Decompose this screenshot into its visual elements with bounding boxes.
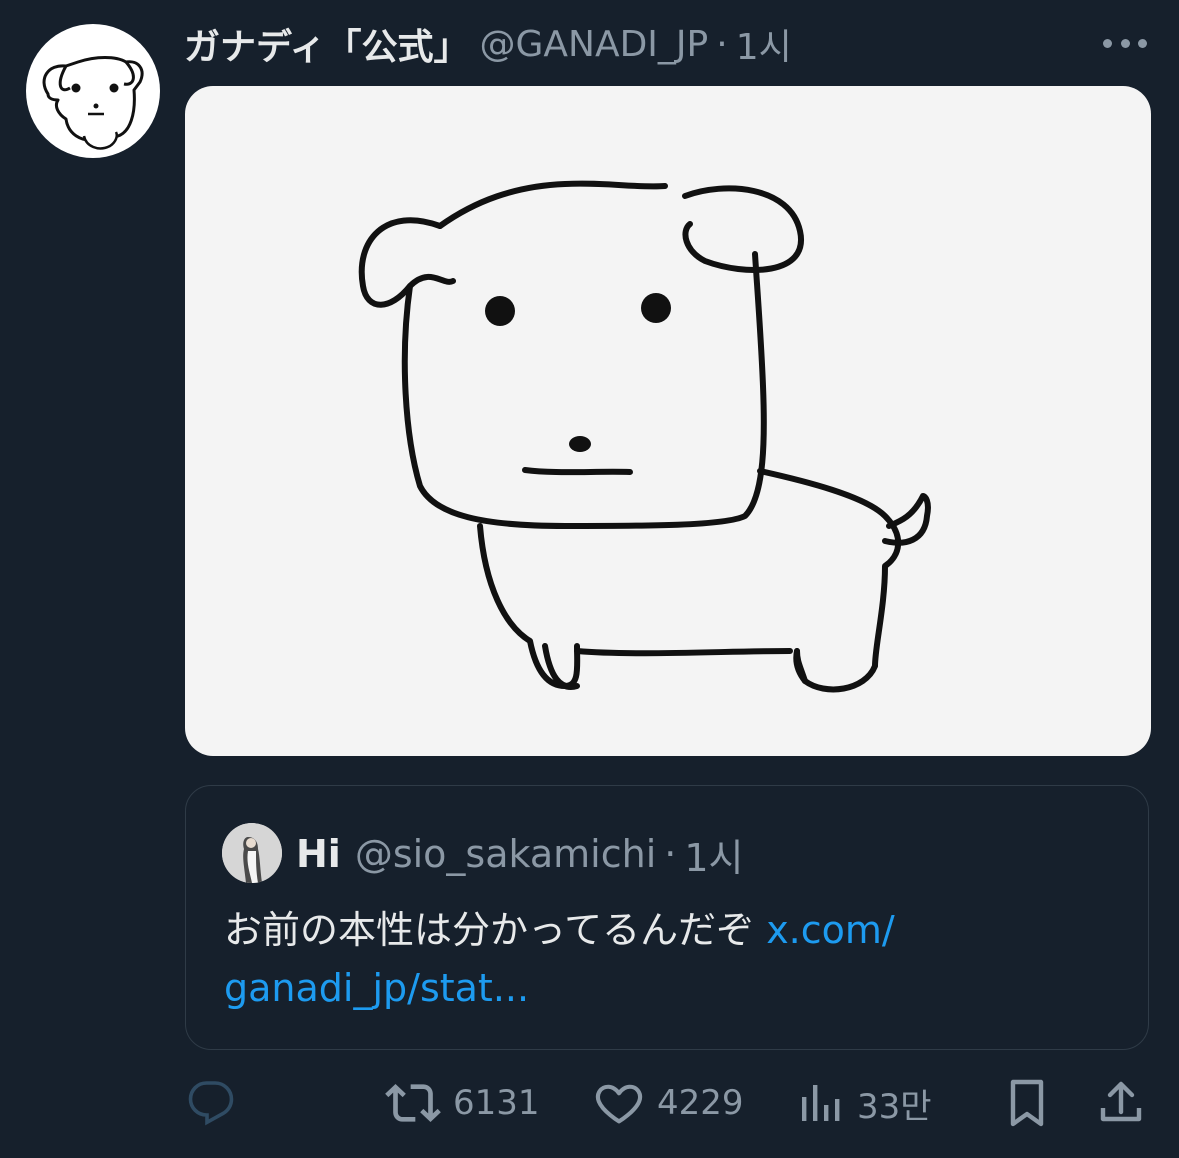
author-handle[interactable]: @GANADI_JP [479,24,708,65]
quoted-post-link-part2[interactable]: ganadi_jp/stat... [224,966,529,1010]
post-header: ガナディ「公式」 @GANADI_JP · 1시 [184,18,792,70]
share-icon [1100,1081,1142,1122]
quoted-post-body: お前の本性は分かってるんだぞ [224,908,767,952]
bookmark-button[interactable] [1003,1070,1051,1136]
quoted-post-header: Hi @sio_sakamichi · 1시 [296,826,743,882]
retweet-icon [385,1084,441,1122]
more-dot [1138,38,1147,48]
views-button[interactable]: 33만 [797,1070,932,1136]
dog-avatar-icon [42,56,144,150]
header-separator: · [716,23,728,65]
views-chart-icon [802,1085,840,1121]
share-button[interactable] [1097,1070,1145,1136]
action-bar: 6131 4229 33만 [185,1070,1151,1136]
quoted-author-avatar [222,823,282,883]
person-avatar-icon [222,823,282,883]
more-dot [1103,38,1112,48]
post-media-image[interactable] [185,86,1151,756]
quoted-author-handle: @sio_sakamichi [354,832,657,876]
like-count: 4229 [657,1083,744,1123]
like-button[interactable]: 4229 [593,1070,744,1136]
quoted-post[interactable]: Hi @sio_sakamichi · 1시 お前の本性は分かってるんだぞ x.… [185,785,1149,1050]
quoted-header-separator: · [664,832,677,876]
more-horizontal-icon[interactable] [1103,28,1147,58]
views-count: 33만 [857,1086,932,1127]
retweet-button[interactable]: 6131 [385,1070,540,1136]
quoted-post-text: お前の本性は分かってるんだぞ x.com/ ganadi_jp/stat... [224,901,1124,1017]
heart-icon [595,1084,643,1124]
author-avatar[interactable] [26,24,160,158]
bookmark-icon [1010,1079,1044,1127]
white-dog-illustration [358,180,931,693]
more-dot [1120,38,1130,48]
quoted-post-link-part1[interactable]: x.com/ [766,908,895,952]
reply-icon [188,1081,234,1126]
reply-button[interactable] [187,1070,235,1136]
author-name[interactable]: ガナディ「公式」 [184,18,469,70]
post-time[interactable]: 1시 [736,18,792,70]
quoted-author-name: Hi [296,832,341,876]
quoted-post-time: 1시 [684,835,744,880]
retweet-count: 6131 [453,1083,540,1123]
